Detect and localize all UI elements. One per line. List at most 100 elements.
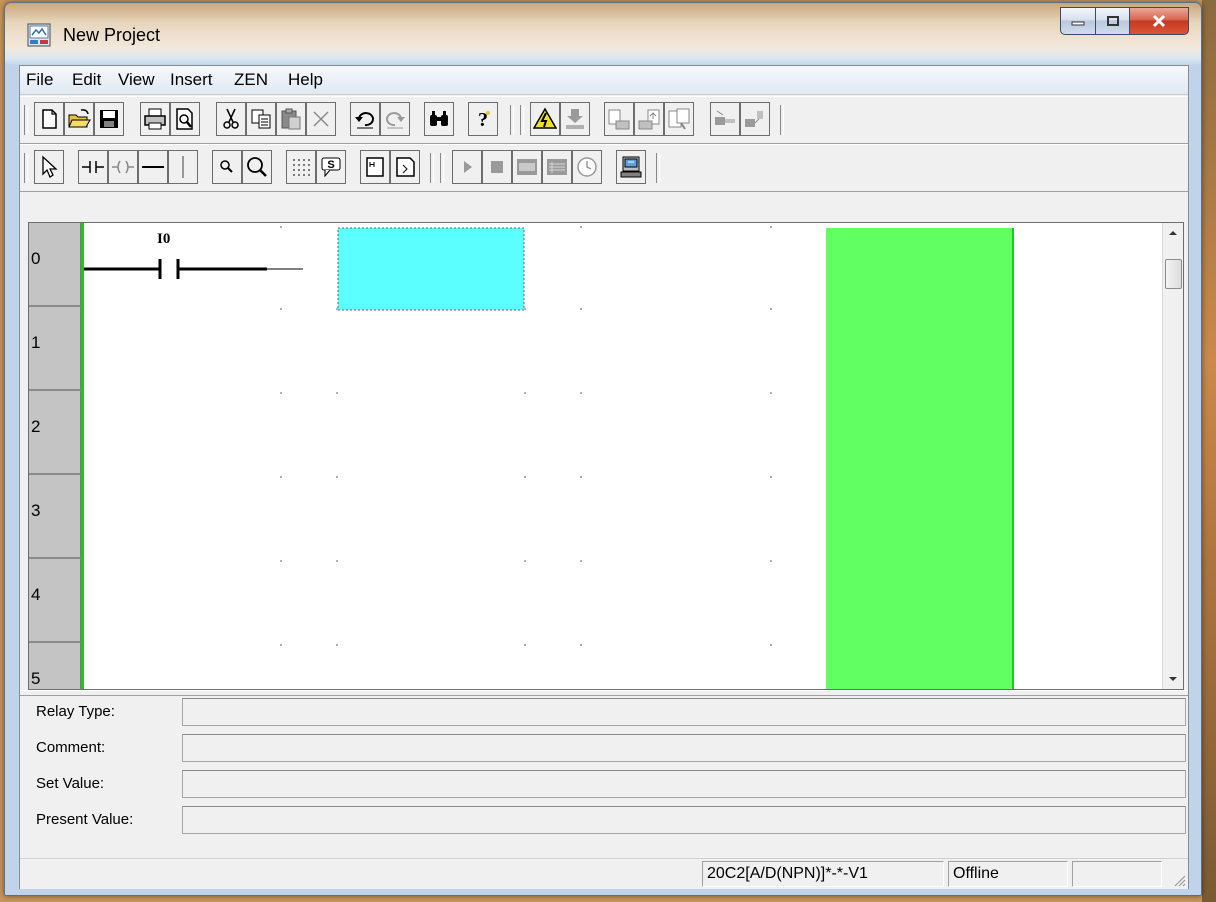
svg-text:S: S bbox=[327, 159, 334, 171]
minimize-button[interactable] bbox=[1060, 7, 1096, 35]
find-button[interactable] bbox=[424, 102, 454, 136]
warning-button[interactable] bbox=[530, 102, 560, 136]
copy-button[interactable] bbox=[246, 102, 276, 136]
open-icon bbox=[68, 109, 91, 128]
ladder-canvas[interactable]: I0 bbox=[81, 223, 1163, 689]
help-button[interactable]: ? bbox=[468, 102, 498, 136]
row-number: 5 bbox=[31, 669, 41, 688]
standard-toolbar: ? bbox=[20, 96, 1188, 144]
zoom-in-button[interactable] bbox=[242, 150, 272, 184]
toolbar-grip[interactable] bbox=[24, 105, 28, 135]
restore-icon bbox=[1106, 16, 1119, 26]
scroll-thumb[interactable] bbox=[1165, 259, 1182, 289]
horizontal-line-icon bbox=[142, 166, 164, 168]
save-icon bbox=[100, 110, 118, 128]
row-header[interactable]: 3 bbox=[29, 475, 81, 559]
menu-help[interactable]: Help bbox=[288, 70, 323, 90]
title-bar[interactable]: New Project bbox=[5, 3, 1201, 61]
list-button[interactable] bbox=[542, 150, 572, 184]
upload-button[interactable] bbox=[604, 102, 634, 136]
redo-button[interactable] bbox=[380, 102, 410, 136]
toolbar-separator bbox=[430, 153, 434, 183]
vertical-line-icon bbox=[182, 156, 184, 178]
relay-type-field bbox=[182, 698, 1186, 726]
print-icon bbox=[144, 108, 166, 130]
scroll-down-icon[interactable] bbox=[1163, 669, 1183, 689]
stop-button[interactable] bbox=[482, 150, 512, 184]
transfer-button[interactable] bbox=[560, 102, 590, 136]
property-row: Relay Type: bbox=[28, 696, 1186, 728]
run-button[interactable] bbox=[452, 150, 482, 184]
row-number: 4 bbox=[31, 585, 41, 604]
coil-button[interactable] bbox=[108, 150, 138, 184]
menu-view[interactable]: View bbox=[118, 70, 155, 90]
monitor-button[interactable] bbox=[512, 150, 542, 184]
program-check-button[interactable] bbox=[360, 150, 390, 184]
row-header[interactable]: 5 bbox=[29, 643, 81, 689]
power-rail-left bbox=[81, 223, 84, 689]
open-button[interactable] bbox=[64, 102, 94, 136]
zoom-in-icon bbox=[247, 157, 267, 177]
new-button[interactable] bbox=[34, 102, 64, 136]
vertical-scrollbar[interactable] bbox=[1162, 223, 1183, 689]
print-preview-button[interactable] bbox=[170, 102, 200, 136]
cell-cursor[interactable] bbox=[337, 227, 525, 311]
app-window: New Project File Edit View Insert ZEN He… bbox=[4, 2, 1202, 896]
undo-button[interactable] bbox=[350, 102, 380, 136]
toolbar-grip[interactable] bbox=[24, 153, 28, 183]
toolbar-separator bbox=[780, 105, 784, 135]
scroll-up-icon[interactable] bbox=[1163, 223, 1183, 243]
disconnect-button[interactable] bbox=[740, 102, 770, 136]
timer-icon bbox=[577, 157, 597, 177]
caption-buttons bbox=[1060, 7, 1189, 35]
redo-icon bbox=[386, 112, 405, 129]
desktop-background bbox=[1202, 0, 1216, 902]
set-value-label: Set Value: bbox=[36, 775, 105, 792]
cut-icon bbox=[223, 108, 239, 129]
toolbar-grip[interactable] bbox=[520, 105, 524, 135]
zoom-out-button[interactable] bbox=[212, 150, 242, 184]
grid-button[interactable] bbox=[286, 150, 316, 184]
property-row: Set Value: bbox=[28, 768, 1186, 800]
find-icon bbox=[430, 111, 448, 126]
paste-button[interactable] bbox=[276, 102, 306, 136]
download-icon bbox=[638, 109, 660, 130]
menu-insert[interactable]: Insert bbox=[170, 70, 213, 90]
menu-edit[interactable]: Edit bbox=[72, 70, 101, 90]
contact-i0[interactable] bbox=[84, 259, 303, 279]
row-header[interactable]: 2 bbox=[29, 391, 81, 475]
warning-icon bbox=[533, 107, 557, 129]
maximize-button[interactable] bbox=[1096, 7, 1130, 35]
comment-icon: S bbox=[321, 157, 341, 178]
output-column[interactable] bbox=[826, 228, 1014, 689]
connect-icon bbox=[715, 110, 735, 125]
row-header[interactable]: 0 bbox=[29, 223, 81, 307]
row-header[interactable]: 1 bbox=[29, 307, 81, 391]
close-icon bbox=[1152, 14, 1166, 28]
download-button[interactable] bbox=[634, 102, 664, 136]
toolbar-grip[interactable] bbox=[440, 153, 444, 183]
resize-grip-icon[interactable] bbox=[1172, 873, 1186, 887]
simulation-button[interactable] bbox=[616, 150, 646, 184]
comment-button[interactable]: S bbox=[316, 150, 346, 184]
vertical-line-button[interactable] bbox=[168, 150, 198, 184]
memory-button[interactable] bbox=[390, 150, 420, 184]
compare-icon bbox=[668, 108, 690, 130]
row-header[interactable]: 4 bbox=[29, 559, 81, 643]
menu-bar: File Edit View Insert ZEN Help bbox=[20, 66, 1188, 95]
contact-button[interactable] bbox=[78, 150, 108, 184]
timer-button[interactable] bbox=[572, 150, 602, 184]
print-button[interactable] bbox=[140, 102, 170, 136]
compare-button[interactable] bbox=[664, 102, 694, 136]
menu-zen[interactable]: ZEN bbox=[234, 70, 268, 90]
save-button[interactable] bbox=[94, 102, 124, 136]
connect-button[interactable] bbox=[710, 102, 740, 136]
cut-button[interactable] bbox=[216, 102, 246, 136]
horizontal-line-button[interactable] bbox=[138, 150, 168, 184]
delete-button[interactable] bbox=[306, 102, 336, 136]
menu-file[interactable]: File bbox=[26, 70, 53, 90]
monitor-icon bbox=[517, 159, 537, 175]
close-button[interactable] bbox=[1130, 7, 1189, 35]
pointer-button[interactable] bbox=[34, 150, 64, 184]
client-area: File Edit View Insert ZEN Help ? S 0 1 2… bbox=[19, 65, 1189, 889]
